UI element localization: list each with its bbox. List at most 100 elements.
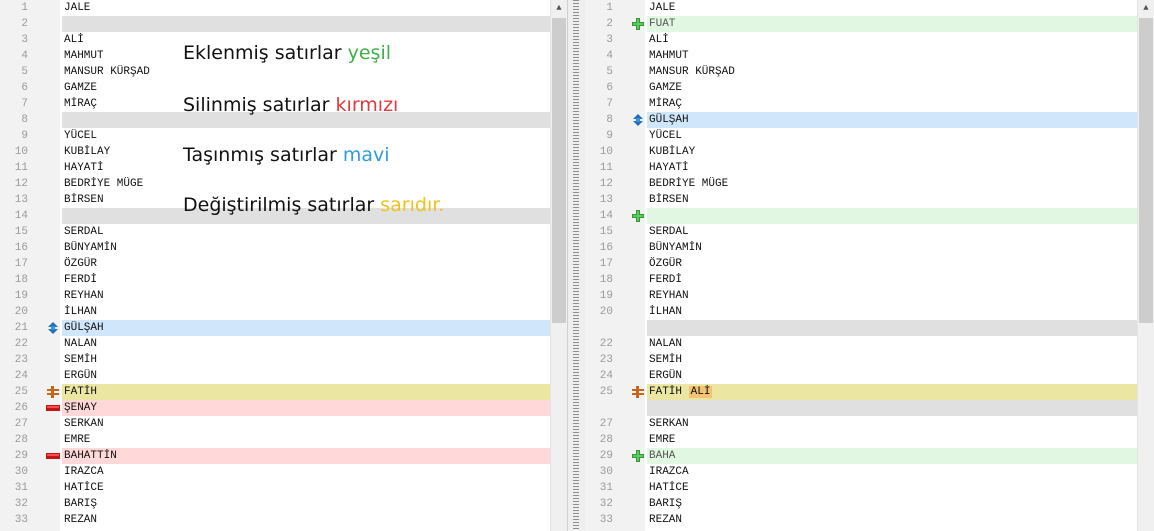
diff-line[interactable]: 19 REYHAN [585,288,1154,304]
diff-line[interactable]: 12 BEDRİYE MÜGE [585,176,1154,192]
line-text: SEMİH [62,352,567,368]
diff-line[interactable]: 26 ŞENAY [0,400,567,416]
diff-line[interactable]: 22 NALAN [585,336,1154,352]
diff-line[interactable]: 13 BİRSEN [585,192,1154,208]
diff-line[interactable]: 4 MAHMUT [585,48,1154,64]
line-number: 6 [21,82,28,94]
diff-line[interactable]: 1 JALE [0,0,567,16]
scroll-up-arrow-icon[interactable]: ▲ [551,0,567,16]
diff-line[interactable]: 3 ALİ [585,32,1154,48]
diff-line[interactable]: 25 FATİH ALİ [585,384,1154,400]
line-text: BEDRİYE MÜGE [647,176,1154,192]
line-number: 10 [599,146,613,158]
diff-line[interactable]: 18 FERDİ [585,272,1154,288]
line-content: BÜNYAMİN [649,242,702,254]
line-text: FATİH [62,384,567,400]
diff-line[interactable]: 20 İLHAN [585,304,1154,320]
diff-line[interactable]: 5 MANSUR KÜRŞAD [0,64,567,80]
diff-line[interactable]: 31 HATİCE [585,480,1154,496]
left-diff-pane[interactable]: 1 JALE 2 3 ALİ 4 MAHMUT 5 MANSUR KÜRŞAD 6 GAMZE 7 Mİ… [0,0,567,531]
diff-line[interactable]: 6 GAMZE [585,80,1154,96]
legend-moved-color-word: mavi [342,144,390,166]
diff-line[interactable]: 31 HATİCE [0,480,567,496]
left-scroll-thumb[interactable] [552,18,566,323]
line-number: 20 [599,306,613,318]
diff-line[interactable]: 23 SEMİH [0,352,567,368]
line-text: EMRE [647,432,1154,448]
diff-line[interactable]: 21 GÜLŞAH [0,320,567,336]
diff-line[interactable]: 10 KUBİLAY [585,144,1154,160]
diff-line[interactable]: 24 ERGÜN [0,368,567,384]
line-content: BİRSEN [649,194,689,206]
line-number: 8 [606,114,613,126]
diff-line[interactable]: 2 [0,16,567,32]
diff-line[interactable]: 25 FATİH [0,384,567,400]
diff-line[interactable]: 27 SERKAN [0,416,567,432]
diff-line[interactable]: 27 SERKAN [585,416,1154,432]
diff-line[interactable]: 28 EMRE [585,432,1154,448]
splitter-grip-icon[interactable] [573,0,579,531]
diff-line[interactable]: 2 FUAT [585,16,1154,32]
line-text: SERDAL [62,224,567,240]
line-content: EMRE [64,434,91,446]
line-text: SERKAN [647,416,1154,432]
line-number: 25 [14,386,28,398]
line-number: 12 [14,178,28,190]
diff-line[interactable]: 14 [585,208,1154,224]
diff-line[interactable]: 9 YÜCEL [0,128,567,144]
right-scroll-thumb[interactable] [1139,18,1153,323]
diff-line[interactable]: 15 SERDAL [585,224,1154,240]
diff-line[interactable] [585,400,1154,416]
diff-line[interactable]: 7 MİRAÇ [585,96,1154,112]
diff-line[interactable]: 11 HAYATİ [585,160,1154,176]
left-lines: 1 JALE 2 3 ALİ 4 MAHMUT 5 MANSUR KÜRŞAD 6 GAMZE 7 Mİ… [0,0,567,528]
diff-line[interactable]: 22 NALAN [0,336,567,352]
line-number: 17 [14,258,28,270]
line-text [647,320,1154,336]
diff-line[interactable]: 33 REZAN [0,512,567,528]
diff-line[interactable]: 12 BEDRİYE MÜGE [0,176,567,192]
diff-line[interactable]: 29 BAHA [585,448,1154,464]
line-content: KUBİLAY [649,146,696,158]
line-number: 31 [599,482,613,494]
diff-line[interactable]: 23 SEMİH [585,352,1154,368]
diff-line[interactable]: 30 IRAZCA [0,464,567,480]
moved-arrows-icon [631,114,645,126]
line-number: 3 [21,34,28,46]
line-text: SERDAL [647,224,1154,240]
diff-line[interactable]: 17 ÖZGÜR [585,256,1154,272]
diff-line[interactable]: 17 ÖZGÜR [0,256,567,272]
diff-line[interactable]: 32 BARIŞ [0,496,567,512]
diff-line[interactable]: 16 BÜNYAMİN [585,240,1154,256]
pane-splitter[interactable] [567,0,587,531]
scroll-up-arrow-icon[interactable]: ▲ [1138,0,1154,16]
diff-line[interactable]: 16 BÜNYAMİN [0,240,567,256]
plus-icon [631,450,645,462]
diff-line[interactable]: 29 BAHATTİN [0,448,567,464]
diff-line[interactable]: 20 İLHAN [0,304,567,320]
diff-line[interactable]: 18 FERDİ [0,272,567,288]
diff-line[interactable]: 15 SERDAL [0,224,567,240]
diff-line[interactable] [585,320,1154,336]
line-number: 29 [599,450,613,462]
left-vertical-scrollbar[interactable]: ▲ [550,0,567,531]
right-diff-pane[interactable]: 1 JALE 2 FUAT 3 ALİ 4 MAHMUT 5 MANSUR KÜRŞAD 6 GAMZ… [585,0,1154,531]
diff-line[interactable]: 24 ERGÜN [585,368,1154,384]
diff-line[interactable]: 32 BARIŞ [585,496,1154,512]
right-vertical-scrollbar[interactable]: ▲ [1137,0,1154,531]
line-text: REZAN [647,512,1154,528]
diff-line[interactable]: 30 IRAZCA [585,464,1154,480]
line-number: 31 [14,482,28,494]
line-content: GÜLŞAH [649,114,689,126]
diff-line[interactable]: 19 REYHAN [0,288,567,304]
diff-line[interactable]: 1 JALE [585,0,1154,16]
diff-line[interactable]: 28 EMRE [0,432,567,448]
diff-line[interactable]: 5 MANSUR KÜRŞAD [585,64,1154,80]
line-content: BAHATTİN [64,450,117,462]
diff-line[interactable]: 9 YÜCEL [585,128,1154,144]
diff-line[interactable]: 8 GÜLŞAH [585,112,1154,128]
diff-line[interactable]: 33 REZAN [585,512,1154,528]
line-content: BEDRİYE MÜGE [64,178,144,190]
line-number: 19 [14,290,28,302]
line-text: BÜNYAMİN [647,240,1154,256]
